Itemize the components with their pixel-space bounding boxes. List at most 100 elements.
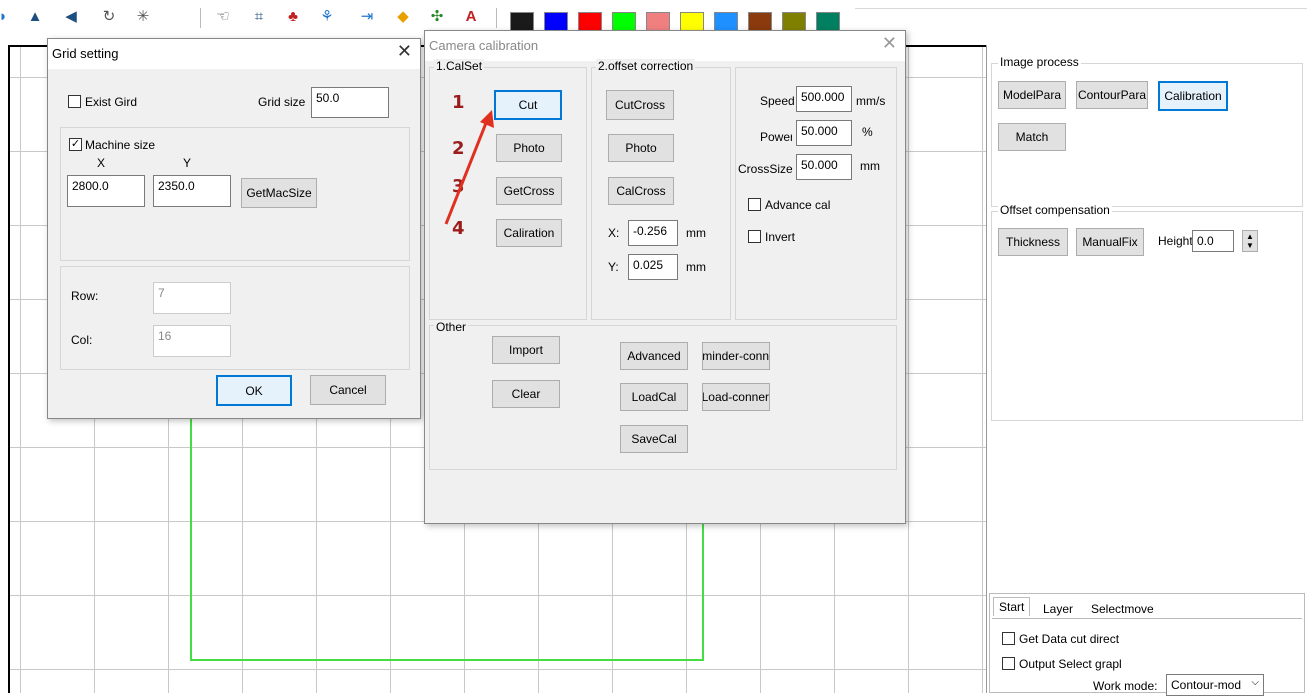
reminder-conn-button[interactable]: Reminder-conn [702, 342, 770, 370]
mirror-icon[interactable]: ▲ [26, 8, 44, 26]
import-button[interactable]: Import [492, 336, 560, 364]
power-input[interactable]: 50.000 [796, 120, 852, 146]
stamp-icon[interactable]: ♣ [284, 8, 302, 26]
close-icon[interactable]: ✕ [882, 33, 897, 54]
offset-compensation-title: Offset compensation [998, 203, 1112, 217]
modelpara-button[interactable]: ModelPara [998, 81, 1066, 109]
speed-input[interactable]: 500.000 [796, 86, 852, 112]
text-select-icon[interactable]: A [462, 8, 480, 26]
machine-size-checkbox[interactable]: ✓ [69, 138, 82, 151]
work-mode-value: Contour-mod [1171, 678, 1242, 692]
color-swatch[interactable] [714, 12, 738, 32]
hand-icon[interactable]: ☜ [214, 8, 232, 26]
color-swatch[interactable] [544, 12, 568, 32]
circle-half-icon[interactable]: ◗ [0, 8, 12, 26]
offset-y-unit: mm [686, 260, 706, 274]
other-group: Other Import Clear Advanced Reminder-con… [429, 320, 897, 470]
grid-size-input[interactable]: 50.0 [311, 87, 389, 118]
photo-button[interactable]: Photo [496, 134, 562, 162]
calcross-button[interactable]: CalCross [608, 177, 674, 205]
color-swatch[interactable] [782, 12, 806, 32]
grid-setting-dialog: Grid setting ✕ Exist Gird Grid size 50.0… [47, 38, 421, 419]
color-swatch[interactable] [612, 12, 636, 32]
exist-grid-label: Exist Gird [85, 95, 138, 109]
calibration-button[interactable]: Calibration [1158, 81, 1228, 111]
rotate-icon[interactable]: ↻ [100, 8, 118, 26]
machine-x-input[interactable]: 2800.0 [67, 175, 145, 207]
output-select-checkbox[interactable] [1002, 657, 1015, 670]
loadcal-button[interactable]: LoadCal [620, 383, 688, 411]
camera-calibration-dialog: Camera calibration ✕ 1.CalSet 1 2 3 4 Cu… [424, 30, 906, 524]
savecal-button[interactable]: SaveCal [620, 425, 688, 453]
color-swatch[interactable] [578, 12, 602, 32]
col-label: Col: [71, 333, 93, 347]
advance-cal-checkbox[interactable] [748, 198, 761, 211]
cutcross-button[interactable]: CutCross [606, 90, 674, 120]
tree-icon[interactable]: ⚘ [318, 8, 336, 26]
advanced-button[interactable]: Advanced [620, 342, 688, 370]
match-button[interactable]: Match [998, 123, 1066, 151]
height-label: Height [1158, 234, 1193, 248]
height-input[interactable]: 0.0 [1192, 230, 1234, 252]
color-swatch[interactable] [510, 12, 534, 32]
offset-x-input[interactable]: -0.256 [628, 220, 678, 246]
power-label: Power [760, 130, 792, 144]
get-data-checkbox[interactable] [1002, 632, 1015, 645]
row-input: 7 [153, 282, 231, 314]
crop-icon[interactable]: ⌗ [250, 8, 268, 26]
contourpara-button[interactable]: ContourPara [1076, 81, 1148, 109]
calset-group: 1.CalSet 1 2 3 4 Cut Photo GetCross Cali… [429, 59, 587, 320]
star-icon[interactable]: ✳ [134, 8, 152, 26]
x-axis-label: X [97, 156, 106, 170]
close-icon[interactable]: ✕ [397, 41, 412, 62]
offset-y-input[interactable]: 0.025 [628, 254, 678, 280]
manualfix-button[interactable]: ManualFix [1076, 228, 1144, 256]
offset-correction-group: 2.offset correction CutCross Photo CalCr… [591, 59, 731, 320]
load-conner-button[interactable]: Load-conner [702, 383, 770, 411]
right-panel: Image process ModelPara ContourPara Cali… [986, 45, 1307, 696]
y-axis-label: Y [183, 156, 192, 170]
arrow-left-icon[interactable]: ◀ [62, 8, 80, 26]
tab-layer[interactable]: Layer [1038, 600, 1078, 618]
invert-label: Invert [765, 230, 796, 244]
offset-x-unit: mm [686, 226, 706, 240]
calibration-step-button[interactable]: Caliration [496, 219, 562, 247]
node-icon[interactable]: ◆ [394, 8, 412, 26]
tab-start[interactable]: Start [993, 597, 1031, 616]
speed-unit: mm/s [856, 94, 886, 108]
spin-up-icon[interactable]: ▲ [1246, 232, 1254, 241]
exist-grid-checkbox[interactable] [68, 95, 81, 108]
getcross-button[interactable]: GetCross [496, 177, 562, 205]
color-swatch[interactable] [816, 12, 840, 32]
getmacsize-button[interactable]: GetMacSize [241, 178, 317, 208]
tab-divider [992, 618, 1302, 619]
bottom-tabs-panel: Start Layer Selectmove Get Data cut dire… [989, 593, 1305, 696]
cut-button[interactable]: Cut [494, 90, 562, 120]
toolbar-separator [200, 8, 201, 28]
invert-checkbox[interactable] [748, 230, 761, 243]
power-unit: % [862, 125, 873, 139]
work-mode-label: Work mode: [1093, 679, 1158, 693]
col-input: 16 [153, 325, 231, 357]
clear-button[interactable]: Clear [492, 380, 560, 408]
select-icon[interactable]: ✣ [428, 8, 446, 26]
color-swatch[interactable] [748, 12, 772, 32]
crosssize-input[interactable]: 50.000 [796, 154, 852, 180]
offset-compensation-group: Offset compensation Thickness ManualFix … [991, 203, 1303, 421]
cancel-button[interactable]: Cancel [310, 375, 386, 405]
machine-y-input[interactable]: 2350.0 [153, 175, 231, 207]
offset-correction-title: 2.offset correction [596, 59, 696, 73]
spin-down-icon[interactable]: ▼ [1246, 241, 1254, 250]
machine-size-label: Machine size [85, 138, 156, 152]
laser-params-group: Speed 500.000 mm/s Power 50.000 % CrossS… [735, 67, 897, 320]
tab-selectmove[interactable]: Selectmove [1086, 600, 1159, 618]
grid-setting-titlebar: Grid setting ✕ [48, 39, 420, 69]
color-swatch[interactable] [680, 12, 704, 32]
height-spinner[interactable]: ▲ ▼ [1242, 230, 1258, 252]
measure-icon[interactable]: ⇥ [358, 8, 376, 26]
ok-button[interactable]: OK [216, 375, 292, 406]
photo-offset-button[interactable]: Photo [608, 134, 674, 162]
color-swatch[interactable] [646, 12, 670, 32]
get-data-label: Get Data cut direct [1019, 632, 1120, 646]
thickness-button[interactable]: Thickness [998, 228, 1068, 256]
